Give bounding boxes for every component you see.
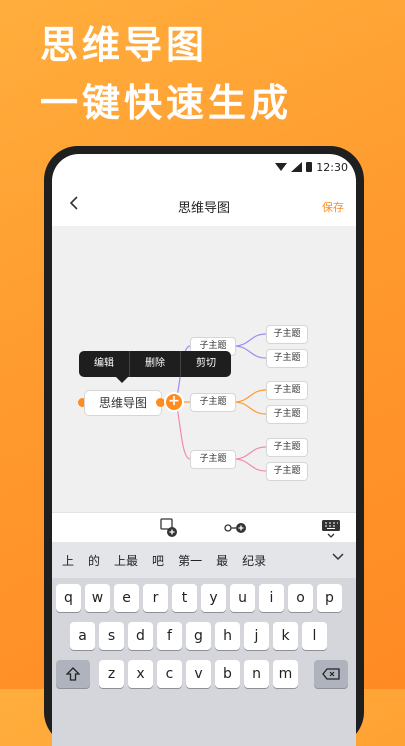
key[interactable]: b — [215, 660, 240, 688]
nav-bar: 思维导图 保存 — [52, 188, 356, 224]
ime-suggestion[interactable]: 第一 — [178, 552, 202, 569]
expand-suggestions-button[interactable] — [328, 550, 348, 565]
add-child-node-icon — [160, 518, 177, 537]
add-node-plus-icon[interactable]: + — [166, 394, 182, 410]
key[interactable]: u — [230, 584, 255, 612]
signal-icon — [291, 162, 303, 172]
key[interactable]: s — [99, 622, 124, 650]
key[interactable]: e — [114, 584, 139, 612]
leaf-node[interactable]: 子主题 — [266, 381, 308, 400]
leaf-node[interactable]: 子主题 — [266, 462, 308, 481]
leaf-node[interactable]: 子主题 — [266, 438, 308, 457]
key[interactable]: y — [201, 584, 226, 612]
menu-item-cut[interactable]: 剪切 — [180, 351, 231, 377]
context-menu-pointer — [116, 377, 128, 383]
ime-suggestion[interactable]: 上最 — [114, 552, 138, 569]
ime-suggestion[interactable]: 吧 — [152, 552, 164, 569]
menu-item-delete[interactable]: 删除 — [129, 351, 180, 377]
page-title: 思维导图 — [177, 201, 230, 216]
key[interactable]: f — [157, 622, 182, 650]
leaf-node[interactable]: 子主题 — [266, 405, 308, 424]
phone-frame: 12:30 思维导图 保存 思维导图 + 子主题 子主题 子主题 子主题 子主题… — [44, 146, 364, 746]
branch-node[interactable]: 子主题 — [190, 393, 236, 412]
key[interactable]: k — [273, 622, 298, 650]
node-context-menu: 编辑 删除 剪切 — [79, 351, 231, 377]
status-bar: 12:30 — [275, 160, 348, 174]
status-time: 12:30 — [316, 160, 348, 174]
backspace-key[interactable] — [314, 660, 348, 688]
key[interactable]: q — [56, 584, 81, 612]
key[interactable]: t — [172, 584, 197, 612]
key[interactable]: r — [143, 584, 168, 612]
key[interactable]: w — [85, 584, 110, 612]
key[interactable]: i — [259, 584, 284, 612]
root-right-handle[interactable] — [156, 398, 165, 407]
key[interactable]: g — [186, 622, 211, 650]
branch-node[interactable]: 子主题 — [190, 450, 236, 469]
editor-toolbar — [52, 512, 356, 543]
ime-suggestion[interactable]: 纪录 — [242, 552, 266, 569]
key[interactable]: j — [244, 622, 269, 650]
shift-key[interactable] — [56, 660, 90, 688]
shift-icon — [65, 667, 81, 681]
promo-headline-line1: 思维导图 — [40, 23, 209, 67]
key[interactable]: d — [128, 622, 153, 650]
add-sibling-node-button[interactable] — [222, 517, 250, 539]
key[interactable]: p — [317, 584, 342, 612]
ime-suggestion[interactable]: 上 — [62, 552, 74, 569]
menu-item-edit[interactable]: 编辑 — [79, 351, 129, 377]
leaf-node[interactable]: 子主题 — [266, 325, 308, 344]
key[interactable]: c — [157, 660, 182, 688]
backspace-icon — [322, 668, 340, 680]
add-child-node-button[interactable] — [158, 517, 180, 539]
keyboard: q w e r t y u i o p a s d f g h j k l z … — [52, 578, 356, 746]
hide-keyboard-button[interactable] — [320, 517, 342, 539]
chevron-down-icon — [332, 553, 344, 561]
ime-suggestion-bar: 上 的 上最 吧 第一 最 纪录 — [52, 542, 356, 578]
key[interactable]: m — [273, 660, 298, 688]
key[interactable]: n — [244, 660, 269, 688]
key[interactable]: x — [128, 660, 153, 688]
key[interactable]: o — [288, 584, 313, 612]
promo-headline-line2: 一键快速生成 — [40, 81, 293, 125]
wifi-icon — [275, 163, 288, 171]
mindmap-canvas[interactable]: 思维导图 + 子主题 子主题 子主题 子主题 子主题 子主题 子主题 子主题 子… — [52, 226, 356, 512]
ime-suggestion[interactable]: 最 — [216, 552, 228, 569]
add-sibling-node-icon — [224, 523, 246, 533]
keyboard-hide-icon — [322, 520, 340, 538]
root-node[interactable]: 思维导图 — [84, 390, 162, 416]
phone-screen: 12:30 思维导图 保存 思维导图 + 子主题 子主题 子主题 子主题 子主题… — [52, 154, 356, 746]
key[interactable]: h — [215, 622, 240, 650]
key[interactable]: v — [186, 660, 211, 688]
save-button[interactable]: 保存 — [322, 199, 344, 215]
key[interactable]: a — [70, 622, 95, 650]
leaf-node[interactable]: 子主题 — [266, 349, 308, 368]
battery-icon — [306, 162, 313, 172]
ime-suggestion[interactable]: 的 — [88, 552, 100, 569]
key[interactable]: l — [302, 622, 327, 650]
key[interactable]: z — [99, 660, 124, 688]
